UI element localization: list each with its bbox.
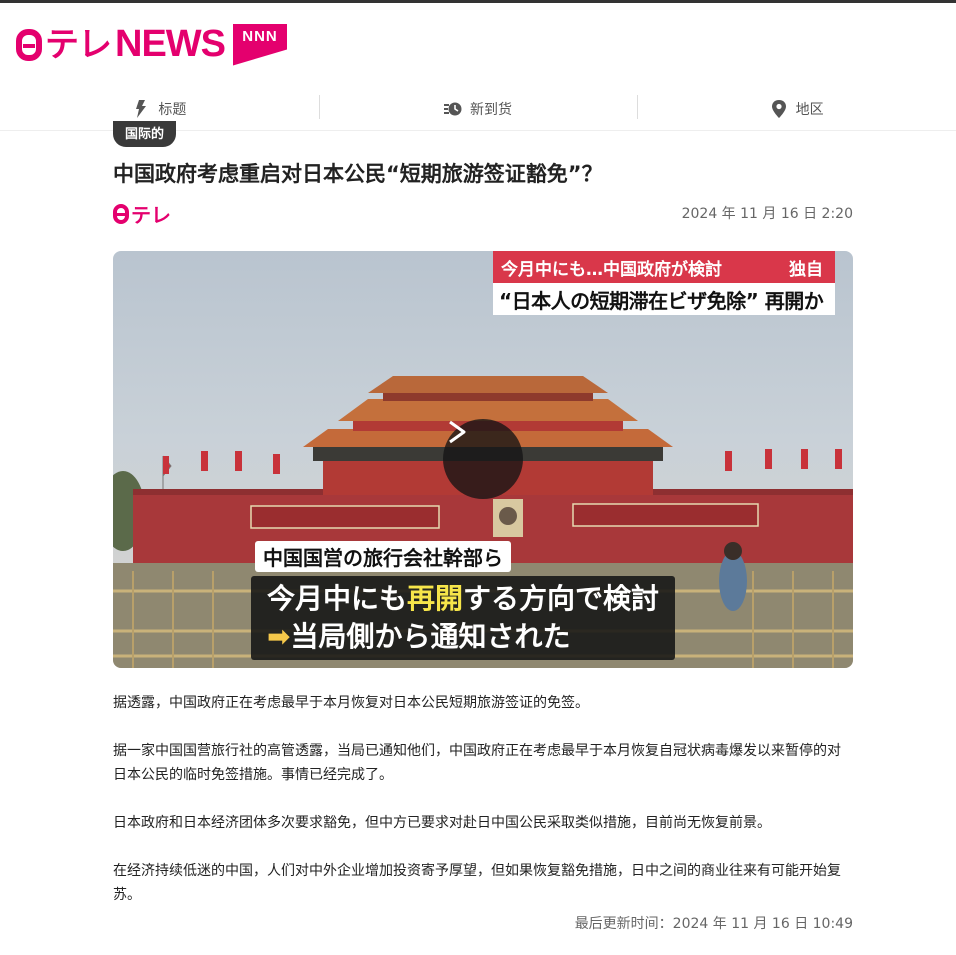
article-paragraph: 据透露，中国政府正在考虑最早于本月恢复对日本公民短期旅游签证的免签。 [113, 695, 589, 711]
nav-label: 标题 [158, 101, 187, 118]
article-body: 据透露，中国政府正在考虑最早于本月恢复对日本公民短期旅游签证的免签。 据一家中国… [113, 691, 853, 931]
site-logo[interactable]: テレ NEWS NNN [16, 23, 287, 66]
overlay-red-bar: 今月中にも…中国政府が検討 独自 [493, 251, 835, 283]
overlay-caption: 中国国営の旅行会社幹部ら 今月中にも再開する方向で検討 ➡当局側から通知された [251, 541, 676, 660]
nav-label: 地区 [795, 101, 824, 118]
overlay-white-bar: “日本人の短期滞在ビザ免除” 再開か [493, 283, 835, 315]
nav-item-new[interactable]: 新到货 [318, 87, 638, 130]
play-icon [449, 420, 466, 444]
article-title: 中国政府考虑重启对日本公民“短期旅游签证豁免”？ [113, 162, 603, 186]
source-logo: テレ [113, 199, 171, 228]
overlay-caption-label: 中国国営の旅行会社幹部ら [255, 541, 511, 572]
clock-icon [444, 102, 462, 115]
overlay-headline: 今月中にも…中国政府が検討 独自 “日本人の短期滞在ビザ免除” 再開か [493, 251, 835, 315]
nav-item-region[interactable]: 地区 [637, 87, 956, 130]
category-badge[interactable]: 国际的 [113, 121, 177, 147]
last-updated: 最后更新时间：2024 年 11 月 16 日 10:49 [574, 916, 853, 932]
overlay-red-text: 今月中にも…中国政府が検討 [501, 259, 722, 280]
article-paragraph: 在经济持续低迷的中国，人们对中外企业增加投资寄予厚望，但如果恢复豁免措施，日中之… [113, 863, 841, 903]
overlay-caption-line1: 今月中にも再開する方向で検討 [267, 582, 660, 615]
nav-label: 新到货 [470, 101, 512, 118]
overlay-caption-main: 今月中にも再開する方向で検討 ➡当局側から通知された [251, 576, 676, 660]
overlay-caption-line2: ➡当局側から通知された [267, 620, 571, 653]
article-paragraph: 据一家中国国营旅行社的高管透露，当局已通知他们，中国政府正在考虑最早于本月恢复自… [113, 743, 841, 783]
logo-news-text: NEWS [115, 23, 226, 65]
arrow-icon: ➡ [267, 620, 291, 653]
logo-nnn-badge: NNN [233, 23, 287, 66]
lightning-icon [136, 99, 147, 118]
video-player[interactable]: 今月中にも…中国政府が検討 独自 “日本人の短期滞在ビザ免除” 再開か 中国国営… [113, 251, 853, 668]
location-pin-icon [771, 99, 786, 118]
site-header: テレ NEWS NNN [0, 3, 956, 87]
play-button[interactable] [443, 419, 523, 499]
logo-mark: テレ [16, 25, 112, 65]
overlay-exclusive-tag: 独自 [789, 259, 823, 280]
publish-date: 2024 年 11 月 16 日 2:20 [681, 206, 853, 222]
article-paragraph: 日本政府和日本经济团体多次要求豁免，但中方已要求对赴日中国公民采取类似措施，目前… [113, 815, 771, 831]
